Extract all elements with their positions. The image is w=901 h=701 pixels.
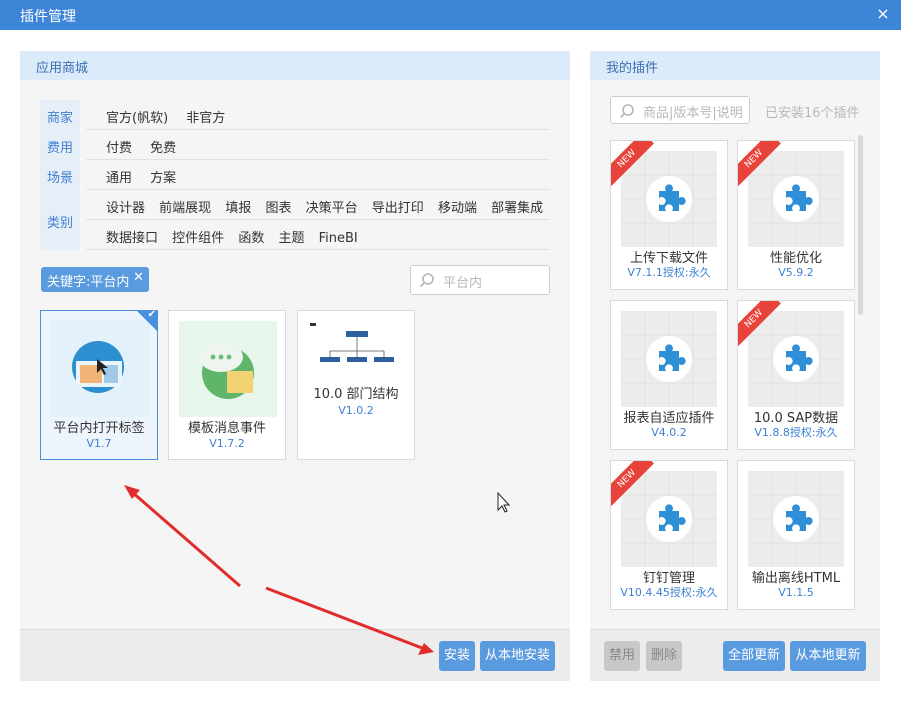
installed-plugin-card[interactable]: NEW 性能优化 V5.9.2 bbox=[737, 140, 855, 290]
filter-option[interactable]: 控件组件 bbox=[172, 227, 224, 246]
search-icon bbox=[419, 273, 434, 288]
installed-plugin-card[interactable]: 报表自适应插件 V4.0.2 bbox=[610, 300, 728, 450]
installed-plugin-card[interactable]: 输出离线HTML V1.1.5 bbox=[737, 460, 855, 610]
filter-option[interactable]: 通用 bbox=[106, 167, 132, 186]
filter-option[interactable]: 数据接口 bbox=[106, 227, 158, 246]
local-update-button[interactable]: 从本地更新 bbox=[790, 641, 866, 671]
install-button[interactable]: 安装 bbox=[439, 641, 475, 671]
disable-button[interactable]: 禁用 bbox=[604, 641, 640, 671]
plugin-name: 平台内打开标签 bbox=[53, 421, 145, 436]
local-install-button[interactable]: 从本地安装 bbox=[480, 641, 555, 671]
filter-option[interactable]: 决策平台 bbox=[306, 197, 358, 216]
plugin-thumbnail-icon bbox=[179, 321, 277, 417]
category-row-type-1: 设计器 前端展现 填报 图表 决策平台 导出打印 移动端 部署集成 bbox=[86, 190, 550, 220]
puzzle-icon bbox=[748, 471, 844, 567]
plugin-version: V4.0.2 bbox=[651, 426, 687, 439]
category-row-vendor: 官方(帆软) 非官方 bbox=[86, 100, 550, 130]
filter-option[interactable]: 移动端 bbox=[438, 197, 477, 216]
store-panel-title: 应用商城 bbox=[20, 51, 570, 80]
category-row-type-2: 数据接口 控件组件 函数 主题 FineBI bbox=[86, 220, 550, 250]
plugin-card[interactable]: 模板消息事件 V1.7.2 bbox=[168, 310, 286, 460]
filter-option[interactable]: 填报 bbox=[225, 197, 251, 216]
plugin-name: 上传下载文件 bbox=[629, 251, 708, 266]
plugin-name: 10.0 部门结构 bbox=[313, 387, 399, 402]
category-label-type: 类别 bbox=[46, 216, 73, 231]
plugin-card[interactable]: 10.0 部门结构 V1.0.2 bbox=[297, 310, 415, 460]
delete-button[interactable]: 删除 bbox=[646, 641, 682, 671]
my-plugins-title: 我的插件 bbox=[590, 51, 880, 80]
category-row-scene: 通用 方案 bbox=[86, 160, 550, 190]
plugin-name: 报表自适应插件 bbox=[623, 411, 715, 426]
puzzle-icon bbox=[621, 151, 717, 247]
filter-option[interactable]: 主题 bbox=[278, 227, 304, 246]
plugin-version: V10.4.45授权:永久 bbox=[620, 586, 718, 599]
category-row-fee: 付费 免费 bbox=[86, 130, 550, 160]
filter-option[interactable]: 免费 bbox=[150, 137, 176, 156]
plugin-version: V1.8.8授权:永久 bbox=[754, 426, 838, 439]
filter-option[interactable]: 函数 bbox=[238, 227, 264, 246]
plugin-version: V1.0.2 bbox=[338, 404, 374, 417]
plugin-name: 输出离线HTML bbox=[751, 571, 841, 586]
org-chart-thumbnail-icon bbox=[308, 321, 406, 417]
plugin-card[interactable]: 平台内打开标签 V1.7 ✔ bbox=[40, 309, 158, 460]
plugin-thumbnail-icon bbox=[51, 321, 149, 417]
search-icon bbox=[619, 104, 634, 119]
category-labels: 商家 费用 场景 类别 bbox=[40, 100, 80, 250]
puzzle-icon bbox=[748, 311, 844, 407]
puzzle-icon bbox=[621, 311, 717, 407]
plugin-version: V1.7 bbox=[86, 437, 112, 450]
my-plugins-footer: 禁用 删除 全部更新 从本地更新 bbox=[590, 629, 880, 681]
plugin-name: 性能优化 bbox=[769, 251, 822, 266]
filter-option[interactable]: 方案 bbox=[150, 167, 176, 186]
close-icon[interactable]: × bbox=[873, 4, 893, 24]
scrollbar[interactable] bbox=[858, 135, 863, 315]
window-title: 插件管理 bbox=[20, 9, 76, 25]
plugin-name: 模板消息事件 bbox=[187, 421, 266, 436]
filter-option[interactable]: 官方(帆软) bbox=[106, 107, 168, 126]
filter-option[interactable]: 付费 bbox=[106, 137, 132, 156]
store-panel: 应用商城 商家 费用 场景 类别 官方(帆软) 非官方 付费 免费 通用 方案 … bbox=[20, 51, 570, 681]
search-placeholder: 平台内 bbox=[443, 276, 483, 291]
filter-option[interactable]: 非官方 bbox=[186, 107, 225, 126]
filter-option[interactable]: FineBI bbox=[319, 231, 358, 246]
category-label-vendor: 商家 bbox=[46, 111, 73, 126]
store-footer: 安装 从本地安装 bbox=[20, 629, 570, 681]
plugin-version: V1.7.2 bbox=[209, 437, 245, 450]
keyword-tag-label: 关键字:平台内 bbox=[47, 275, 130, 290]
remove-tag-icon[interactable]: ✕ bbox=[133, 270, 144, 285]
puzzle-icon bbox=[748, 151, 844, 247]
keyword-tag[interactable]: 关键字:平台内 ✕ bbox=[41, 267, 149, 292]
filter-option[interactable]: 前端展现 bbox=[159, 197, 211, 216]
installed-plugin-card[interactable]: NEW 钉钉管理 V10.4.45授权:永久 bbox=[610, 460, 728, 610]
category-label-scene: 场景 bbox=[46, 171, 73, 186]
puzzle-icon bbox=[621, 471, 717, 567]
check-icon: ✔ bbox=[147, 309, 156, 320]
filter-option[interactable]: 图表 bbox=[265, 197, 291, 216]
plugin-version: V1.1.5 bbox=[778, 586, 814, 599]
installed-plugin-card[interactable]: NEW 10.0 SAP数据 V1.8.8授权:永久 bbox=[737, 300, 855, 450]
filter-option[interactable]: 导出打印 bbox=[372, 197, 424, 216]
plugin-name: 钉钉管理 bbox=[642, 571, 695, 586]
filter-option[interactable]: 部署集成 bbox=[491, 197, 543, 216]
store-search-input[interactable]: 平台内 bbox=[410, 265, 550, 295]
plugin-version: V7.1.1授权:永久 bbox=[627, 266, 711, 279]
update-all-button[interactable]: 全部更新 bbox=[723, 641, 785, 671]
category-label-fee: 费用 bbox=[46, 141, 73, 156]
my-plugins-search-input[interactable]: 商品|版本号|说明 bbox=[610, 96, 750, 124]
my-plugins-panel: 我的插件 商品|版本号|说明 已安装16个插件 NEW 上传下载文件 V7.1.1授… bbox=[590, 51, 880, 681]
installed-plugin-card[interactable]: NEW 上传下载文件 V7.1.1授权:永久 bbox=[610, 140, 728, 290]
search-placeholder: 商品|版本号|说明 bbox=[643, 106, 743, 121]
installed-count: 已安装16个插件 bbox=[765, 106, 860, 121]
title-bar: 插件管理 × bbox=[0, 0, 901, 30]
plugin-name: 10.0 SAP数据 bbox=[753, 411, 839, 426]
plugin-version: V5.9.2 bbox=[778, 266, 814, 279]
filter-option[interactable]: 设计器 bbox=[106, 197, 145, 216]
